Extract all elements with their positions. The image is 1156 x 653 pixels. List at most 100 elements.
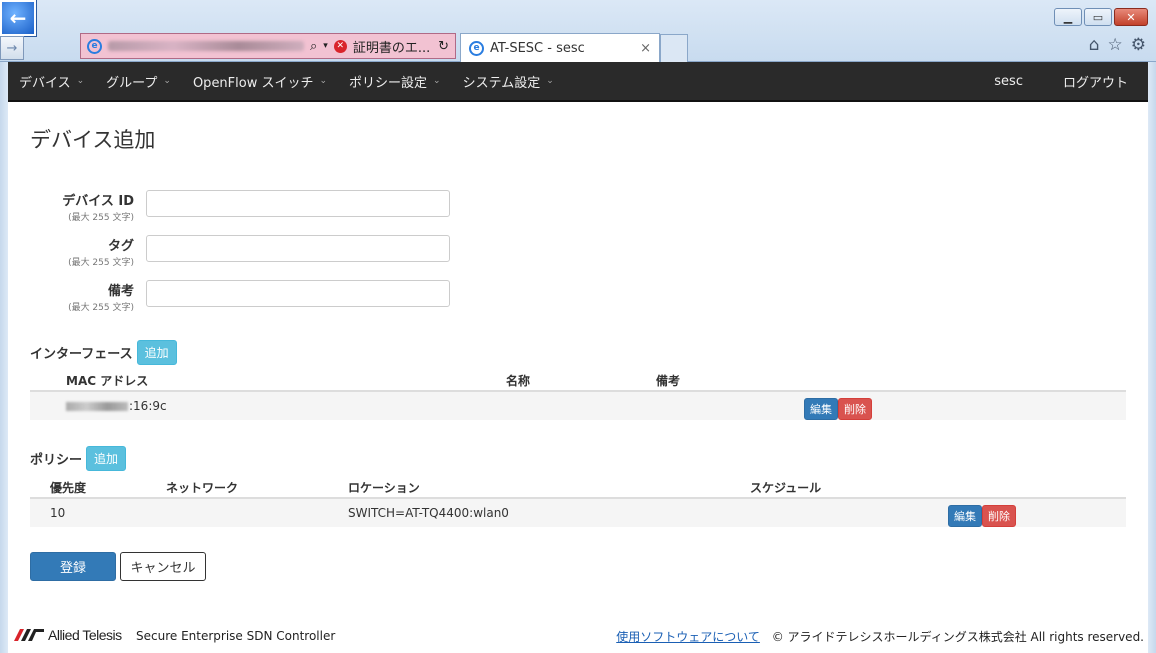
device-id-label: デバイス ID [62,194,134,209]
ie-logo-icon: e [87,38,102,54]
allied-telesis-mark-icon [14,629,44,641]
chevron-down-icon: ⌄ [163,76,171,86]
tab-close-icon[interactable]: × [640,41,651,56]
col-note: 備考 [656,374,681,388]
nav-policy-label: ポリシー設定 [349,75,428,91]
tag-hint: (最大 255 文字) [68,258,134,268]
logout-link[interactable]: ログアウト [1043,62,1148,100]
chevron-down-icon: ⌄ [433,76,441,86]
copyright-text: © アライドテレシスホールディングス株式会社 All rights reserv… [771,630,1144,644]
interfaces-table: MAC アドレス 名称 備考 :16:9c 編集 削除 [30,368,1126,420]
device-id-row: デバイス ID (最大 255 文字) [30,190,450,223]
note-input[interactable] [146,280,450,307]
nav-openflow-label: OpenFlow スイッチ [192,75,314,91]
tag-label: タグ [107,239,134,254]
policies-table-header: 優先度 ネットワーク ロケーション スケジュール [30,475,1126,499]
certificate-error-icon: ✕ [333,39,347,53]
new-tab-button[interactable] [660,34,688,62]
chevron-down-icon: ⌄ [76,76,85,86]
policies-heading: ポリシー [30,453,83,468]
minimize-icon[interactable]: ▁ [1054,8,1082,26]
chevron-down-icon: ⌄ [546,76,554,86]
nav-system-label: システム設定 [462,75,541,91]
tag-row: タグ (最大 255 文字) [30,235,450,268]
device-id-label-group: デバイス ID (最大 255 文字) [30,190,134,223]
allied-telesis-logo: Allied Telesis [14,627,122,643]
close-window-icon[interactable]: ✕ [1114,8,1148,26]
policies-table: 優先度 ネットワーク ロケーション スケジュール 10 SWITCH=AT-TQ… [30,475,1126,527]
delete-policy-button[interactable]: 削除 [982,505,1016,527]
refresh-icon[interactable]: ↻ [438,39,449,54]
cancel-button[interactable]: キャンセル [120,552,206,581]
forward-arrow-icon[interactable]: → [0,36,24,60]
ie-logo-icon: e [469,40,484,56]
toolbar-icons: ⌂ ☆ ⚙ [1089,35,1146,55]
nav-user[interactable]: sesc [974,62,1043,100]
mac-suffix: :16:9c [129,399,167,413]
note-label: 備考 [107,284,134,299]
chevron-down-icon: ⌄ [319,76,328,86]
footer: Allied Telesis Secure Enterprise SDN Con… [8,624,1148,650]
software-info-link[interactable]: 使用ソフトウェアについて [616,630,760,644]
certificate-error-label[interactable]: 証明書のエ... [353,37,430,56]
device-id-hint: (最大 255 文字) [68,213,134,223]
edit-interface-button[interactable]: 編集 [804,398,838,420]
table-row: :16:9c 編集 削除 [30,392,1126,420]
note-hint: (最大 255 文字) [68,303,134,313]
interfaces-table-header: MAC アドレス 名称 備考 [30,368,1126,392]
window-controls: ▁ ▭ ✕ [1054,8,1148,26]
maximize-icon[interactable]: ▭ [1084,8,1112,26]
nav-right: sesc ログアウト [974,62,1148,100]
col-priority: 優先度 [50,481,87,495]
settings-gear-icon[interactable]: ⚙ [1131,35,1146,55]
add-policy-button[interactable]: 追加 [86,446,127,471]
nav-devices[interactable]: デバイス ⌄ [8,62,95,100]
window-frame-right [1148,62,1156,653]
interfaces-heading: インターフェース [30,347,133,362]
favorites-star-icon[interactable]: ☆ [1108,35,1123,55]
col-name: 名称 [506,374,531,388]
table-row: 10 SWITCH=AT-TQ4400:wlan0 編集 削除 [30,499,1126,527]
browser-tab[interactable]: e AT-SESC - sesc × [460,33,660,62]
col-schedule: スケジュール [750,481,822,495]
col-network: ネットワーク [166,481,239,495]
submit-button[interactable]: 登録 [30,552,116,581]
nav-groups[interactable]: グループ ⌄ [95,62,182,100]
interfaces-section-label: インターフェース 追加 [30,340,177,365]
edit-policy-button[interactable]: 編集 [948,505,982,527]
delete-interface-button[interactable]: 削除 [838,398,872,420]
nav-openflow-switch[interactable]: OpenFlow スイッチ ⌄ [182,62,338,100]
mac-blurred [66,402,128,411]
footer-right: 使用ソフトウェアについて © アライドテレシスホールディングス株式会社 All … [616,628,1144,645]
search-icon[interactable]: ⌕ [310,39,317,54]
browser-chrome: ▁ ▭ ✕ ← → e ⌕ ▾ ✕ 証明書のエ... ↻ e AT-SESC -… [0,0,1156,62]
col-location: ロケーション [348,481,420,495]
page-title: デバイス追加 [30,128,156,152]
note-label-group: 備考 (最大 255 文字) [30,280,134,313]
address-bar[interactable]: e ⌕ ▾ ✕ 証明書のエ... ↻ [80,33,456,59]
app-navbar: デバイス ⌄ グループ ⌄ OpenFlow スイッチ ⌄ ポリシー設定 ⌄ システム設… [8,62,1148,102]
tag-label-group: タグ (最大 255 文字) [30,235,134,268]
brand-name: Allied Telesis [48,627,122,643]
tag-input[interactable] [146,235,450,262]
policies-section-label: ポリシー 追加 [30,446,127,471]
nav-devices-label: デバイス [19,75,71,91]
note-row: 備考 (最大 255 文字) [30,280,450,313]
window-frame-left [0,62,8,653]
priority-cell: 10 [50,506,66,520]
mac-cell: :16:9c [66,399,167,413]
nav-system-settings[interactable]: システム設定 ⌄ [452,62,565,100]
nav-groups-label: グループ [106,75,158,91]
location-cell: SWITCH=AT-TQ4400:wlan0 [348,506,509,520]
url-blurred [108,41,304,51]
add-interface-button[interactable]: 追加 [136,340,177,365]
col-mac: MAC アドレス [66,374,149,388]
back-arrow-icon[interactable]: ← [0,0,36,36]
product-name: Secure Enterprise SDN Controller [136,629,336,643]
dropdown-icon[interactable]: ▾ [323,41,328,51]
tab-title: AT-SESC - sesc [490,40,585,56]
device-id-input[interactable] [146,190,450,217]
home-icon[interactable]: ⌂ [1089,35,1100,55]
main-content: デバイス追加 デバイス ID (最大 255 文字) タグ (最大 255 文字… [8,104,1148,653]
nav-policy-settings[interactable]: ポリシー設定 ⌄ [338,62,452,100]
